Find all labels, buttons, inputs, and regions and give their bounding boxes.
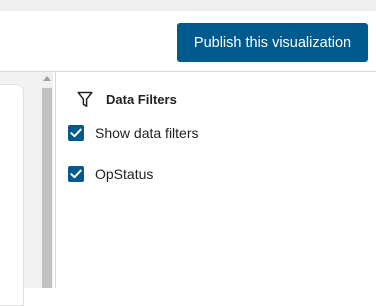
scrollbar-thumb[interactable] (42, 88, 52, 288)
filter-icon (77, 91, 93, 107)
toolbar-header: Publish this visualization (0, 11, 376, 72)
top-strip (0, 0, 376, 11)
checkmark-icon (70, 169, 82, 179)
vertical-scrollbar[interactable] (41, 72, 53, 288)
canvas-card (0, 84, 24, 306)
opstatus-checkbox[interactable] (68, 166, 84, 182)
visualization-canvas[interactable] (0, 72, 41, 306)
data-filters-panel: Data Filters Show data filters OpStatus (55, 72, 376, 288)
panel-title: Data Filters (106, 92, 177, 107)
show-data-filters-label: Show data filters (95, 125, 199, 141)
opstatus-filter-option[interactable]: OpStatus (68, 165, 153, 183)
show-data-filters-option[interactable]: Show data filters (68, 124, 199, 142)
publish-visualization-button[interactable]: Publish this visualization (177, 23, 368, 62)
checkmark-icon (70, 128, 82, 138)
scroll-up-arrow-icon[interactable] (43, 76, 51, 81)
opstatus-label: OpStatus (95, 166, 154, 182)
show-data-filters-checkbox[interactable] (68, 125, 84, 141)
